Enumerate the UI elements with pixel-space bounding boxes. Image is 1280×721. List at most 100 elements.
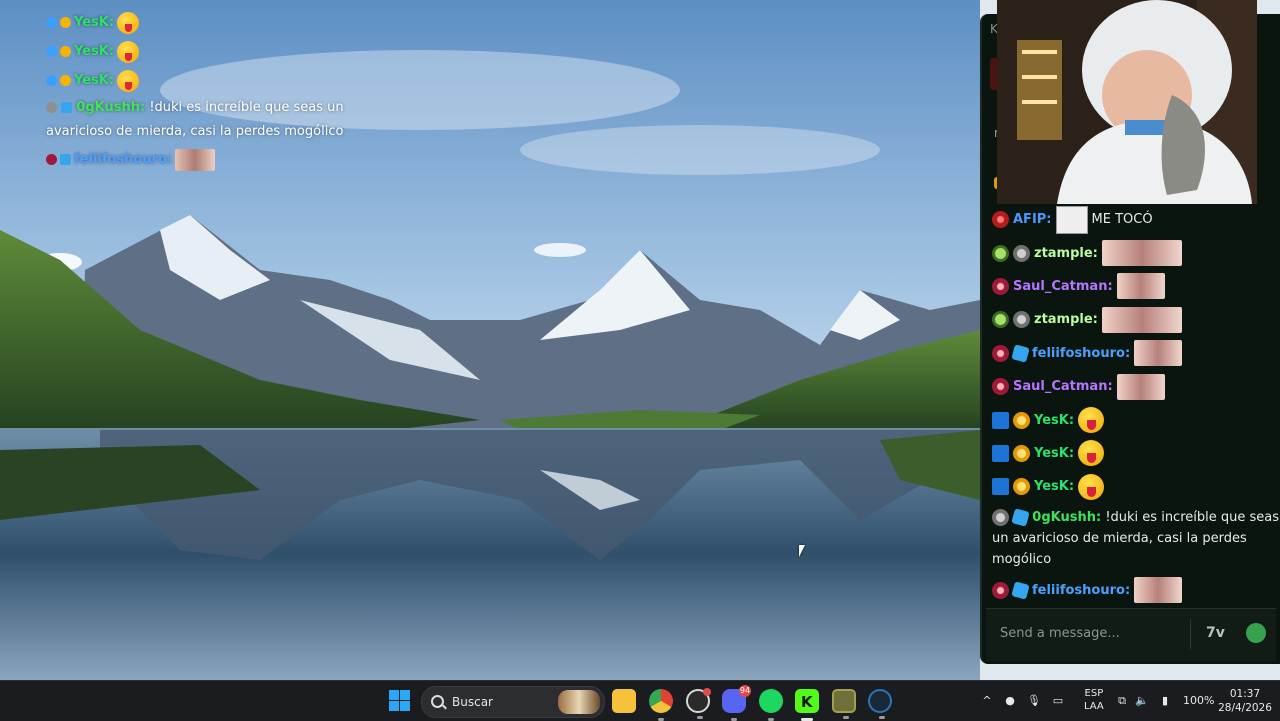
notification-badge bbox=[703, 688, 711, 696]
chat-message: YesK: bbox=[992, 437, 1280, 470]
emote-image bbox=[1134, 577, 1183, 604]
language-code: ESP bbox=[1084, 688, 1104, 699]
ghost-badge-icon bbox=[992, 244, 1009, 262]
emote-image bbox=[1101, 306, 1182, 333]
cube-badge-icon bbox=[60, 154, 71, 165]
chat-message: Saul_Catman: bbox=[992, 370, 1280, 403]
chat-username[interactable]: YesK: bbox=[1034, 446, 1074, 461]
file-explorer-icon[interactable] bbox=[612, 689, 636, 713]
badge-icon bbox=[60, 46, 71, 57]
ghost-badge-icon bbox=[992, 311, 1009, 329]
gray-badge-icon bbox=[1013, 311, 1030, 329]
chat-username[interactable]: YesK: bbox=[1034, 413, 1074, 428]
cube-badge-icon bbox=[1011, 507, 1030, 527]
mouth-badge-icon bbox=[992, 378, 1009, 396]
discord-icon[interactable]: 94 bbox=[722, 685, 751, 721]
chat-username[interactable]: feliifoshouro: bbox=[1032, 583, 1130, 598]
gray-badge-icon bbox=[992, 508, 1009, 526]
keyboard-layout: LAA bbox=[1084, 701, 1104, 712]
overlay-username: YesK: bbox=[74, 73, 115, 88]
obs-icon[interactable] bbox=[686, 688, 711, 719]
tongue-emote-icon bbox=[117, 40, 140, 63]
chat-username[interactable]: YesK: bbox=[1034, 479, 1074, 494]
badge-icon bbox=[46, 17, 57, 28]
chat-username[interactable]: ztample: bbox=[1034, 246, 1098, 261]
chat-username[interactable]: Saul_Catman: bbox=[1013, 379, 1113, 394]
emote-image bbox=[1116, 373, 1165, 400]
battery-icon[interactable]: ▮ bbox=[1155, 694, 1175, 708]
chat-message: feliifoshouro: bbox=[992, 574, 1280, 607]
hammer-badge-icon bbox=[992, 411, 1009, 429]
chat-username[interactable]: feliifoshouro: bbox=[1032, 346, 1130, 361]
meme-emote-image bbox=[1055, 205, 1088, 234]
clock-date: 28/4/2026 bbox=[1218, 702, 1272, 714]
seventv-icon[interactable]: 7v bbox=[1206, 625, 1225, 641]
tongue-emote-icon bbox=[1078, 473, 1105, 500]
chat-username[interactable]: AFIP: bbox=[1013, 212, 1052, 227]
emote-image bbox=[1134, 340, 1183, 367]
chat-message-text: ME TOCÓ bbox=[1091, 212, 1153, 228]
chrome-icon[interactable] bbox=[649, 689, 673, 721]
hammer-badge-icon bbox=[992, 478, 1009, 496]
spotify-icon[interactable] bbox=[759, 689, 783, 721]
gold-badge-icon bbox=[1013, 411, 1030, 429]
gold-badge-icon bbox=[1013, 444, 1030, 462]
steam-icon[interactable] bbox=[868, 689, 892, 719]
overlay-line: YesK: bbox=[46, 8, 366, 37]
network-icon[interactable]: ⧉ bbox=[1115, 694, 1129, 708]
chevron-up-icon[interactable]: ^ bbox=[980, 694, 994, 708]
volume-icon[interactable]: 🔈 bbox=[1135, 694, 1149, 708]
chat-message: ztample: bbox=[992, 303, 1280, 336]
mouth-badge-icon bbox=[992, 344, 1009, 362]
chat-username[interactable]: 0gKushh: bbox=[1032, 510, 1101, 525]
clock-time: 01:37 bbox=[1229, 688, 1261, 700]
chat-username[interactable]: ztample: bbox=[1034, 312, 1098, 327]
badge-icon bbox=[60, 75, 71, 86]
search-label: Buscar bbox=[452, 695, 493, 709]
overlay-line: 0gKushh: !duki es increíble que seas un … bbox=[46, 95, 366, 145]
tray-app-icon[interactable]: ● bbox=[1003, 694, 1017, 708]
clock[interactable]: 01:37 28/4/2026 bbox=[1215, 687, 1275, 715]
chat-message: YesK: bbox=[992, 403, 1280, 436]
running-indicator bbox=[843, 716, 849, 719]
overlay-username: feliifoshouro: bbox=[74, 152, 173, 167]
webcam-video bbox=[997, 0, 1257, 204]
hammer-badge-icon bbox=[992, 444, 1009, 462]
microphone-icon[interactable]: 🎙 bbox=[1027, 694, 1041, 708]
language-indicator[interactable]: ESP LAA bbox=[1084, 687, 1104, 713]
taskbar-search[interactable]: Buscar bbox=[421, 686, 605, 718]
chat-message: Saul_Catman: bbox=[992, 270, 1280, 303]
tray-device-icon[interactable]: ▭ bbox=[1051, 694, 1065, 708]
mouth-badge-icon bbox=[992, 581, 1009, 599]
overlay-line: YesK: bbox=[46, 37, 366, 66]
system-tray: ^ ● 🎙 ▭ ESP LAA ⧉ 🔈 ▮ 100% 01:37 28/4/20… bbox=[975, 681, 1280, 721]
chat-composer[interactable]: Send a message... 7v bbox=[986, 608, 1276, 661]
tongue-emote-icon bbox=[1078, 407, 1105, 434]
chat-input-placeholder[interactable]: Send a message... bbox=[1000, 626, 1120, 641]
emote-image bbox=[175, 148, 216, 171]
overlay-username: YesK: bbox=[74, 15, 115, 30]
badge-icon bbox=[60, 17, 71, 28]
tongue-emote-icon bbox=[117, 11, 140, 34]
windows-start-icon[interactable] bbox=[388, 689, 412, 713]
emote-picker-icon[interactable] bbox=[1246, 623, 1266, 643]
cube-badge-icon bbox=[61, 102, 73, 113]
chat-username[interactable]: Saul_Catman: bbox=[1013, 279, 1113, 294]
chat-message: YesK: bbox=[992, 470, 1280, 503]
tongue-emote-icon bbox=[117, 69, 140, 92]
game-icon[interactable] bbox=[832, 689, 856, 719]
badge-icon bbox=[46, 102, 57, 113]
mouse-cursor-icon bbox=[799, 545, 811, 557]
badge-icon bbox=[46, 154, 57, 165]
running-indicator bbox=[879, 716, 885, 719]
chat-message: ztample: bbox=[992, 236, 1280, 269]
cube-badge-icon bbox=[1011, 344, 1030, 363]
overlay-line-clipped bbox=[46, 0, 366, 8]
overlay-username: 0gKushh: bbox=[76, 100, 146, 115]
chat-message: feliifoshouro: bbox=[992, 337, 1280, 370]
battery-percentage: 100% bbox=[1183, 694, 1215, 707]
kick-icon[interactable]: K bbox=[795, 689, 819, 721]
search-icon bbox=[431, 695, 444, 708]
gray-badge-icon bbox=[1013, 244, 1030, 262]
gold-badge-icon bbox=[1013, 478, 1030, 496]
